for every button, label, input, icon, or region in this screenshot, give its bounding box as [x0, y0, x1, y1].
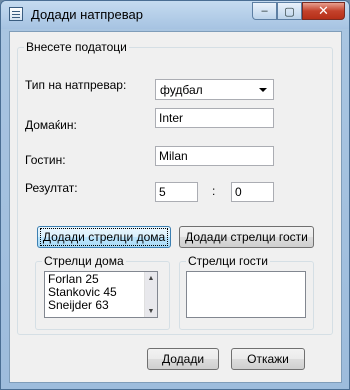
add-home-scorers-button[interactable]: Додади стрелци дома — [37, 226, 171, 248]
guest-scorers-list[interactable] — [186, 271, 306, 318]
home-team-input[interactable]: Inter — [155, 108, 274, 128]
add-button-label: Додади — [161, 352, 205, 366]
guest-scorers-group: Стрелци гости — [179, 254, 314, 330]
close-icon: ✕ — [318, 3, 329, 18]
guest-score-input[interactable]: 0 — [231, 182, 274, 202]
input-group-title: Внесете податоци — [24, 40, 129, 54]
home-label: Домаќин: — [25, 118, 77, 132]
maximize-icon: ▢ — [284, 5, 295, 18]
title-bar[interactable]: Додади натпревар – ▢ ✕ — [1, 1, 349, 29]
add-home-scorers-label: Додади стрелци дома — [39, 228, 169, 246]
home-scorers-title: Стрелци дома — [42, 254, 126, 268]
scroll-up-icon[interactable]: ▲ — [145, 272, 157, 284]
minimize-icon: – — [261, 5, 268, 17]
scroll-down-icon[interactable]: ▼ — [145, 305, 157, 317]
result-label: Резултат: — [25, 181, 78, 195]
cancel-button-label: Откажи — [247, 352, 289, 366]
score-separator: : — [212, 184, 216, 198]
add-button[interactable]: Додади — [147, 348, 219, 370]
window-title: Додади натпревар — [31, 7, 143, 22]
dialog-client-area: Внесете податоци Тип на натпревар: фудба… — [9, 31, 342, 383]
maximize-button[interactable]: ▢ — [277, 2, 302, 20]
chevron-down-icon[interactable] — [259, 88, 267, 92]
input-group: Внесете податоци Тип на натпревар: фудба… — [17, 40, 333, 335]
minimize-button[interactable]: – — [252, 2, 277, 20]
match-type-select[interactable]: фудбал — [155, 79, 274, 100]
home-scorers-items: Forlan 25 Stankovic 45 Sneijder 63 — [45, 272, 157, 313]
home-scorers-group: Стрелци дома Forlan 25 Stankovic 45 Snei… — [35, 254, 170, 330]
form-icon — [9, 7, 23, 21]
add-guest-scorers-label: Додади стрелци гости — [185, 230, 308, 244]
match-type-value: фудбал — [160, 83, 203, 97]
match-type-label: Тип на натпревар: — [25, 78, 127, 92]
close-button[interactable]: ✕ — [302, 2, 345, 20]
add-guest-scorers-button[interactable]: Додади стрелци гости — [179, 226, 314, 248]
dialog-window: Додади натпревар – ▢ ✕ Внесете податоци … — [0, 0, 350, 390]
cancel-button[interactable]: Откажи — [231, 348, 305, 370]
guest-team-input[interactable]: Milan — [155, 146, 274, 166]
home-scorers-list[interactable]: Forlan 25 Stankovic 45 Sneijder 63 ▲ ▼ — [44, 271, 158, 318]
home-score-input[interactable]: 5 — [155, 182, 198, 202]
guest-scorers-title: Стрелци гости — [186, 254, 271, 268]
guest-label: Гостин: — [25, 153, 66, 167]
home-scorers-scrollbar[interactable]: ▲ ▼ — [144, 272, 157, 317]
list-item[interactable]: Sneijder 63 — [48, 299, 154, 312]
